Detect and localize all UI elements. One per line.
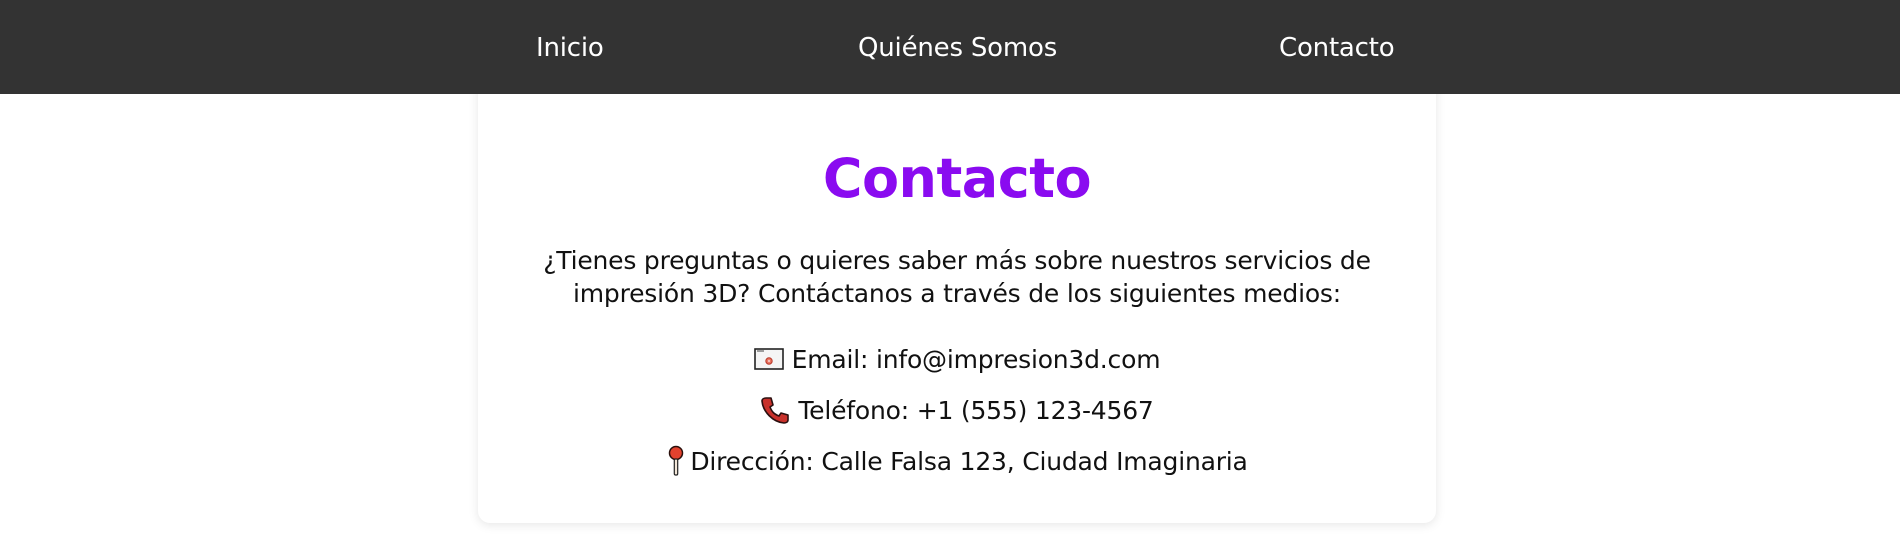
nav-link-quienes-somos[interactable]: Quiénes Somos [858,30,1057,66]
contact-email-row: Email: info@impresion3d.com [478,342,1436,378]
top-navbar: Inicio Quiénes Somos Contacto [0,0,1900,94]
telephone-icon [760,395,790,425]
email-text: Email: info@impresion3d.com [791,345,1161,374]
contact-card: Contacto ¿Tienes preguntas o quieres sab… [478,60,1436,523]
pin-icon [666,445,686,477]
nav-link-contacto[interactable]: Contacto [1279,30,1395,66]
contact-address-row: Dirección: Calle Falsa 123, Ciudad Imagi… [478,444,1436,480]
phone-text: Teléfono: +1 (555) 123-4567 [798,396,1154,425]
envelope-icon [753,348,784,370]
nav-link-inicio[interactable]: Inicio [536,30,604,66]
contact-phone-row: Teléfono: +1 (555) 123-4567 [478,393,1436,429]
address-text: Dirección: Calle Falsa 123, Ciudad Imagi… [690,447,1248,476]
page-title: Contacto [822,147,1092,210]
intro-text: ¿Tienes preguntas o quieres saber más so… [543,246,1371,308]
